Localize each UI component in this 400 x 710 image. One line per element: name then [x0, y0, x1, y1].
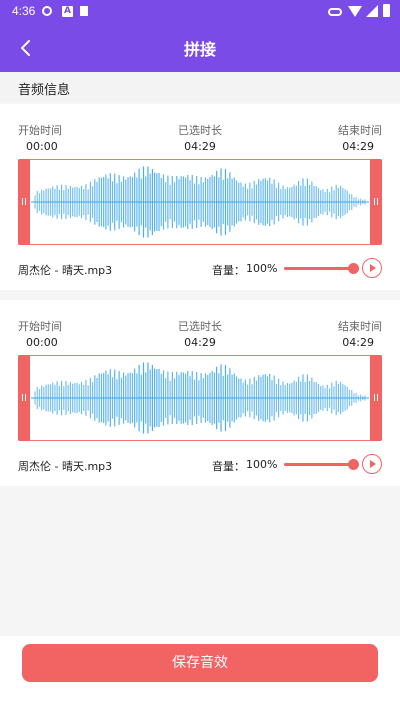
battery-icon: [383, 4, 390, 17]
end-time-value: 04:29: [342, 336, 374, 349]
volume-slider-thumb[interactable]: [348, 459, 359, 470]
waveform-trimmer[interactable]: [18, 159, 382, 245]
grip-icon: [374, 394, 378, 401]
waveform: [31, 166, 369, 238]
font-a-icon: A: [62, 6, 73, 17]
volume-slider[interactable]: [284, 263, 359, 274]
trim-start-handle[interactable]: [18, 159, 30, 245]
volume-slider-track: [284, 267, 354, 270]
play-button[interactable]: [362, 258, 382, 278]
play-button[interactable]: [362, 454, 382, 474]
end-time-label: 结束时间: [338, 320, 382, 333]
page-title: 拼接: [183, 40, 216, 59]
status-bar: 4:36 A: [0, 0, 400, 24]
selected-duration-value: 04:29: [184, 140, 216, 153]
volume-label: 音量：: [212, 264, 245, 277]
volume-value: 100%: [246, 458, 278, 471]
sim-icon: [80, 6, 88, 16]
section-title: 音频信息: [0, 72, 400, 102]
grip-icon: [22, 394, 26, 401]
volume-slider-thumb[interactable]: [348, 263, 359, 274]
audio-clip-card: 开始时间 已选时长 结束时间 00:00 04:29 04:29 周杰伦 - 晴…: [0, 300, 400, 486]
grip-icon: [22, 198, 26, 205]
waveform: [31, 362, 369, 434]
trim-start-handle[interactable]: [18, 355, 30, 441]
trim-end-handle[interactable]: [370, 355, 382, 441]
settings-icon: [42, 6, 52, 16]
end-time-label: 结束时间: [338, 124, 382, 137]
grip-icon: [374, 198, 378, 205]
file-name: 周杰伦 - 晴天.mp3: [18, 264, 113, 277]
bottom-bar: 保存音效: [0, 636, 400, 710]
audio-clip-card: 开始时间 已选时长 结束时间 00:00 04:29 04:29 周杰伦 - 晴…: [0, 104, 400, 290]
selected-duration-value: 04:29: [184, 336, 216, 349]
vpn-key-icon: [328, 8, 342, 16]
volume-slider-track: [284, 463, 354, 466]
end-time-value: 04:29: [342, 140, 374, 153]
save-effect-button[interactable]: 保存音效: [22, 644, 378, 682]
signal-icon: [366, 5, 378, 17]
wifi-icon: [348, 6, 362, 17]
volume-label: 音量：: [212, 460, 245, 473]
play-icon: [370, 264, 376, 272]
app-header: 拼接: [0, 24, 400, 72]
volume-value: 100%: [246, 262, 278, 275]
file-name: 周杰伦 - 晴天.mp3: [18, 460, 113, 473]
volume-slider[interactable]: [284, 459, 359, 470]
waveform-trimmer[interactable]: [18, 355, 382, 441]
status-time: 4:36: [12, 4, 36, 18]
play-icon: [370, 460, 376, 468]
trim-end-handle[interactable]: [370, 159, 382, 245]
